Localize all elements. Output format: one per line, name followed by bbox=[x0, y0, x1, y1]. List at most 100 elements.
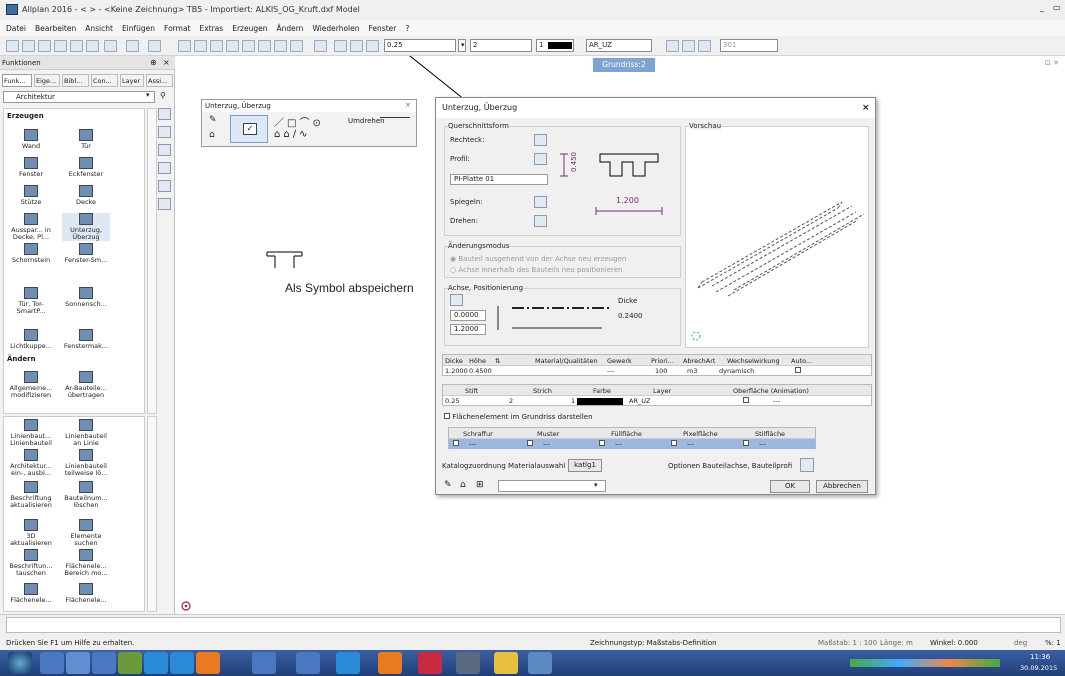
decke-tool[interactable]: Decke bbox=[62, 185, 110, 206]
modify-tool[interactable]: Allgemeine... modifizieren bbox=[7, 371, 55, 399]
pipette-icon[interactable]: ✎ bbox=[444, 480, 452, 490]
plot-icon[interactable] bbox=[70, 40, 83, 52]
sonnenschutz-tool[interactable]: Sonnensch... bbox=[62, 287, 110, 308]
menu-einfuegen[interactable]: Einfügen bbox=[122, 24, 155, 33]
palette-close-icon[interactable]: × bbox=[405, 101, 411, 109]
allplan-task[interactable] bbox=[528, 652, 552, 674]
ie-icon[interactable] bbox=[144, 652, 168, 674]
scrollbar-top[interactable] bbox=[147, 108, 157, 414]
muster-checkbox[interactable] bbox=[527, 440, 533, 448]
menu-bearbeiten[interactable]: Bearbeiten bbox=[35, 24, 76, 33]
achse-icon[interactable] bbox=[450, 294, 463, 306]
module-select[interactable]: Architektur bbox=[3, 91, 155, 103]
teilweise-loeschen-tool[interactable]: Linienbauteil teilweise lö... bbox=[62, 449, 110, 477]
cell-auto-checkbox[interactable] bbox=[795, 367, 801, 375]
achse-offset-field[interactable]: 0.0000 bbox=[450, 310, 486, 321]
taskbar-app-11[interactable] bbox=[378, 652, 402, 674]
tab-eigenschaften[interactable]: Eige... bbox=[34, 74, 60, 87]
side-icon-1[interactable] bbox=[158, 108, 171, 120]
fenster-smartpart-tool[interactable]: Fenster-Sm... bbox=[62, 243, 110, 264]
cell-oberflaeche-checkbox[interactable] bbox=[743, 397, 749, 405]
cell-oberflaeche[interactable]: --- bbox=[773, 397, 780, 405]
cell-stift[interactable]: 0.25 bbox=[445, 397, 459, 405]
cell-gewerk[interactable]: --- bbox=[607, 367, 614, 375]
profil-field[interactable]: PI-Platte 01 bbox=[450, 174, 548, 185]
search-icon[interactable] bbox=[314, 40, 327, 52]
command-line[interactable] bbox=[6, 617, 1061, 633]
drehen-button[interactable] bbox=[534, 215, 547, 227]
pipette-icon[interactable] bbox=[350, 40, 363, 52]
pin-icon[interactable]: ⊕ bbox=[150, 58, 157, 67]
wand-tool[interactable]: Wand bbox=[7, 129, 55, 150]
cell-pixelflaeche[interactable]: --- bbox=[687, 440, 694, 448]
rechteck-button[interactable] bbox=[534, 134, 547, 146]
taskbar-app-10[interactable] bbox=[336, 652, 360, 674]
new-icon[interactable] bbox=[6, 40, 19, 52]
search-icon[interactable]: ⚲ bbox=[160, 91, 166, 100]
cell-prioritaet[interactable]: 100 bbox=[655, 367, 667, 375]
flaechenelement-bereich-tool[interactable]: Flächenele... Bereich mo... bbox=[62, 549, 110, 577]
architektur-ausblenden-tool[interactable]: Architektur... ein-, ausbl... bbox=[7, 449, 55, 477]
print-icon[interactable] bbox=[54, 40, 67, 52]
format-icon[interactable] bbox=[334, 40, 347, 52]
schornstein-tool[interactable]: Schornstein bbox=[7, 243, 55, 264]
side-icon-3[interactable] bbox=[158, 144, 171, 156]
tab-layer[interactable]: Layer bbox=[120, 74, 144, 87]
favorites-chevron-down-icon[interactable]: ▾ bbox=[594, 481, 598, 489]
menu-fenster[interactable]: Fenster bbox=[369, 24, 397, 33]
side-icon-4[interactable] bbox=[158, 162, 171, 174]
pan-icon[interactable] bbox=[290, 40, 303, 52]
pen-dropdown[interactable]: ▾ bbox=[458, 39, 466, 52]
transfer-tool[interactable]: Ar-Bauteile... übertragen bbox=[62, 371, 110, 399]
layer-select[interactable]: AR_UZ bbox=[586, 39, 652, 52]
scale-select[interactable]: 301 bbox=[720, 39, 778, 52]
paint-icon[interactable]: ⌂ bbox=[209, 130, 215, 140]
tor-tool[interactable]: Tür, Tor-SmartP... bbox=[7, 287, 55, 315]
side-icon-2[interactable] bbox=[158, 126, 171, 138]
restore-button[interactable]: ▭ bbox=[1053, 3, 1061, 12]
panel-close-icon[interactable]: × bbox=[163, 58, 170, 67]
laenge[interactable]: Länge: m bbox=[880, 639, 913, 647]
taskbar-app-6[interactable] bbox=[170, 652, 194, 674]
cell-layer[interactable]: AR_UZ bbox=[629, 397, 650, 405]
cell-strich[interactable]: 2 bbox=[509, 397, 513, 405]
flaechen-checkbox[interactable]: Flächenelement im Grundriss darstellen bbox=[444, 413, 593, 421]
favorites-select[interactable] bbox=[498, 480, 606, 492]
chevron-down-icon[interactable]: ▾ bbox=[146, 91, 150, 99]
shape-icons-row1[interactable]: ／□⌒⊙ bbox=[274, 114, 324, 129]
explorer-icon[interactable] bbox=[494, 652, 518, 674]
favorite-open-icon[interactable]: ⌂ bbox=[460, 480, 466, 490]
pen-icon[interactable] bbox=[366, 40, 379, 52]
stretch-icon[interactable] bbox=[258, 40, 271, 52]
katalog-button[interactable]: katlg1 bbox=[568, 459, 602, 472]
dialog-close-icon[interactable]: × bbox=[862, 103, 870, 113]
radio-neu-erzeugen[interactable]: ◉ Bauteil ausgehend von der Achse neu er… bbox=[450, 255, 626, 263]
cell-wechselwirkung[interactable]: dynamisch bbox=[719, 367, 754, 375]
fuellflaeche-checkbox[interactable] bbox=[599, 440, 605, 448]
3d-aktualisieren-tool[interactable]: 3D aktualisieren bbox=[7, 519, 55, 547]
cell-muster[interactable]: --- bbox=[543, 440, 550, 448]
start-button[interactable] bbox=[8, 652, 32, 674]
menu-help[interactable]: ? bbox=[405, 24, 409, 33]
save-icon[interactable] bbox=[38, 40, 51, 52]
linienbauteil-tool[interactable]: Linienbaut... Linienbauteil bbox=[7, 419, 55, 447]
eckfenster-tool[interactable]: Eckfenster bbox=[62, 157, 110, 178]
cell-stilflaeche[interactable]: --- bbox=[759, 440, 766, 448]
achse-width-field[interactable]: 1.2000 bbox=[450, 324, 486, 335]
radio-neu-positionieren[interactable]: ○ Achse innerhalb des Bauteils neu posit… bbox=[450, 266, 623, 274]
menu-aendern[interactable]: Ändern bbox=[276, 24, 303, 33]
zeichnungstyp[interactable]: Zeichnungstyp: Maßstabs-Definition bbox=[590, 639, 717, 647]
elemente-suchen-tool[interactable]: Elemente suchen bbox=[62, 519, 110, 547]
layer-visibility-icon[interactable] bbox=[682, 40, 695, 52]
move-icon[interactable] bbox=[194, 40, 207, 52]
taskbar-app-9[interactable] bbox=[296, 652, 320, 674]
unterzug-tool[interactable]: Unterzug, Überzug bbox=[62, 213, 110, 241]
zoom-icon[interactable] bbox=[274, 40, 287, 52]
umdrehen-toggle[interactable] bbox=[380, 117, 410, 125]
spiegeln-button[interactable] bbox=[534, 196, 547, 208]
col-sort-icon[interactable]: ⇅ bbox=[495, 357, 500, 365]
flaechenelement-tool-a[interactable]: Flächenele... bbox=[7, 583, 55, 604]
profil-button[interactable] bbox=[534, 153, 547, 165]
rotate-icon[interactable] bbox=[210, 40, 223, 52]
layer-manager-icon[interactable] bbox=[666, 40, 679, 52]
